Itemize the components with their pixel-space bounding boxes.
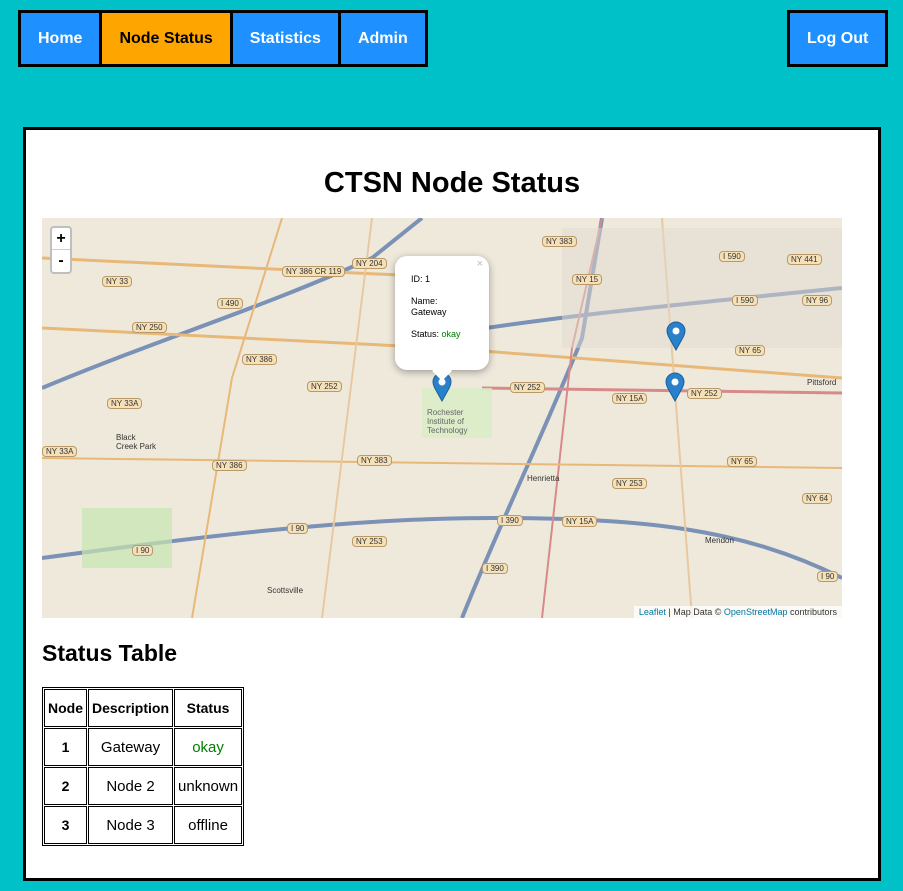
status-table: Node Description Status 1 Gateway okay 2 No… <box>42 687 245 846</box>
popup-close-button[interactable]: × <box>477 259 483 270</box>
popup-name-label: Name: <box>411 296 438 306</box>
logout-button[interactable]: Log Out <box>787 10 889 67</box>
road-label: NY 386 CR 119 <box>282 266 346 277</box>
road-label: NY 64 <box>802 493 833 504</box>
road-label: NY 383 <box>357 455 392 466</box>
place-label: Black Creek Park <box>116 433 157 451</box>
zoom-in-button[interactable]: + <box>52 228 70 250</box>
road-label: NY 252 <box>307 381 342 392</box>
road-label: NY 252 <box>510 382 545 393</box>
road-label: NY 441 <box>787 254 822 265</box>
main-nav: Home Node Status Statistics Admin <box>18 10 428 67</box>
road-label: NY 15A <box>562 516 598 527</box>
zoom-out-button[interactable]: - <box>52 250 70 272</box>
road-label: NY 204 <box>352 258 387 269</box>
content-panel: CTSN Node Status NY 33 I 490 NY 386 CR 1… <box>23 127 881 881</box>
road-label: I 590 <box>732 295 758 306</box>
road-label: NY 383 <box>542 236 577 247</box>
place-label: Rochester Institute of Technology <box>427 408 468 435</box>
road-label: I 90 <box>817 571 839 582</box>
nav-statistics[interactable]: Statistics <box>232 13 338 64</box>
road-label: NY 252 <box>687 388 722 399</box>
map[interactable]: NY 33 I 490 NY 386 CR 119 NY 204 NY 383 … <box>42 218 842 618</box>
status-table-heading: Status Table <box>42 640 178 666</box>
node-status: offline <box>174 806 243 844</box>
node-status: unknown <box>174 767 243 805</box>
nav-home[interactable]: Home <box>21 13 100 64</box>
road-label: NY 65 <box>735 345 766 356</box>
page-title: CTSN Node Status <box>323 167 581 199</box>
road-label: I 490 <box>217 298 243 309</box>
popup-status: Status: okay <box>411 329 473 340</box>
road-label: NY 33A <box>107 398 143 409</box>
place-label: Pittsford <box>807 378 837 387</box>
road-label: I 90 <box>132 545 154 556</box>
road-label: NY 386 <box>212 460 247 471</box>
node-description: Node 3 <box>88 806 174 844</box>
road-label: NY 15 <box>572 274 603 285</box>
zoom-control: + - <box>50 226 72 274</box>
node-id: 3 <box>44 806 87 844</box>
col-description: Description <box>88 689 174 727</box>
node-description: Node 2 <box>88 767 174 805</box>
road-label: NY 250 <box>132 322 167 333</box>
node-id: 2 <box>44 767 87 805</box>
road-label: I 590 <box>719 251 745 262</box>
node-status: okay <box>174 728 243 766</box>
road-label: NY 386 <box>242 354 277 365</box>
road-label: I 90 <box>287 523 309 534</box>
road-label: NY 15A <box>612 393 648 404</box>
road-label: NY 33A <box>42 446 78 457</box>
road-label: I 390 <box>497 515 523 526</box>
table-row: 1 Gateway okay <box>44 728 243 766</box>
road-label: NY 253 <box>612 478 647 489</box>
place-label: Henrietta <box>527 474 560 483</box>
road-label: NY 96 <box>802 295 833 306</box>
road-label: NY 65 <box>727 456 758 467</box>
popup-name: Gateway <box>411 307 447 317</box>
table-row: 3 Node 3 offline <box>44 806 243 844</box>
popup-id: ID: 1 <box>411 274 431 284</box>
nav-node-status[interactable]: Node Status <box>102 13 230 64</box>
attribution-text: contributors <box>787 607 837 617</box>
col-node: Node <box>44 689 87 727</box>
marker-popup: × ID: 1 Name: Gateway Status: okay <box>395 256 489 381</box>
place-label: Mendon <box>705 536 734 545</box>
map-attribution: Leaflet | Map Data © OpenStreetMap contr… <box>633 606 842 618</box>
osm-link[interactable]: OpenStreetMap <box>724 607 788 617</box>
road-label: NY 253 <box>352 536 387 547</box>
table-header-row: Node Description Status <box>44 689 243 727</box>
leaflet-link[interactable]: Leaflet <box>639 607 666 617</box>
map-marker-icon[interactable] <box>665 372 685 402</box>
place-label: Scottsville <box>267 586 304 595</box>
node-id: 1 <box>44 728 87 766</box>
road-label: NY 33 <box>102 276 133 287</box>
popup-status-value: okay <box>441 329 461 339</box>
col-status: Status <box>174 689 243 727</box>
road-label: I 390 <box>482 563 508 574</box>
popup-status-label: Status: <box>411 329 442 339</box>
table-row: 2 Node 2 unknown <box>44 767 243 805</box>
attribution-text: | Map Data © <box>665 607 724 617</box>
nav-admin[interactable]: Admin <box>340 13 425 64</box>
map-marker-icon[interactable] <box>666 321 686 351</box>
node-description: Gateway <box>88 728 174 766</box>
